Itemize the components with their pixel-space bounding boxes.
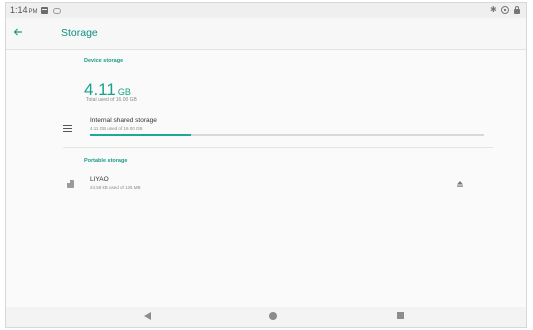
section-divider [63, 147, 493, 148]
lock-icon [514, 6, 520, 14]
portable-device-title[interactable]: LIYAO [90, 176, 109, 183]
bluetooth-icon: ✱ [490, 5, 497, 14]
status-time: 1:14PM [10, 5, 38, 15]
nav-home-icon[interactable] [269, 312, 277, 320]
cloud-icon [53, 8, 61, 14]
storage-total-text: Total used of 16.00 GB [86, 97, 137, 103]
rotation-lock-icon [501, 6, 509, 14]
internal-storage-title[interactable]: Internal shared storage [90, 117, 157, 124]
sd-card-icon [67, 180, 74, 188]
status-clock: 1:14 [10, 5, 28, 15]
internal-storage-progress-fill [90, 134, 192, 136]
notification-icon [41, 7, 48, 14]
internal-storage-subtitle: 4.11 GB used of 16.00 GB [90, 126, 143, 131]
nav-recents-icon[interactable] [397, 312, 404, 319]
app-bar: Storage [6, 18, 526, 50]
list-icon [63, 125, 73, 133]
status-bar: 1:14PM ✱ [6, 3, 526, 18]
navigation-bar [6, 307, 526, 327]
status-ampm: PM [28, 9, 38, 15]
status-left-icons [41, 6, 61, 14]
back-arrow-icon[interactable] [12, 26, 24, 38]
device-frame: 1:14PM ✱ Storage Device storage 4.11 GB T… [5, 2, 527, 328]
page-title: Storage [61, 27, 98, 39]
device-storage-header: Device storage [84, 58, 124, 64]
internal-storage-progress [90, 134, 484, 136]
portable-storage-header: Portable storage [84, 158, 128, 164]
storage-used-unit: GB [117, 87, 131, 97]
status-right-icons: ✱ [490, 6, 520, 14]
eject-icon[interactable] [456, 180, 464, 188]
portable-device-subtitle: 24.58 kB used of 125 MB [90, 185, 141, 190]
nav-back-icon[interactable] [144, 312, 151, 320]
